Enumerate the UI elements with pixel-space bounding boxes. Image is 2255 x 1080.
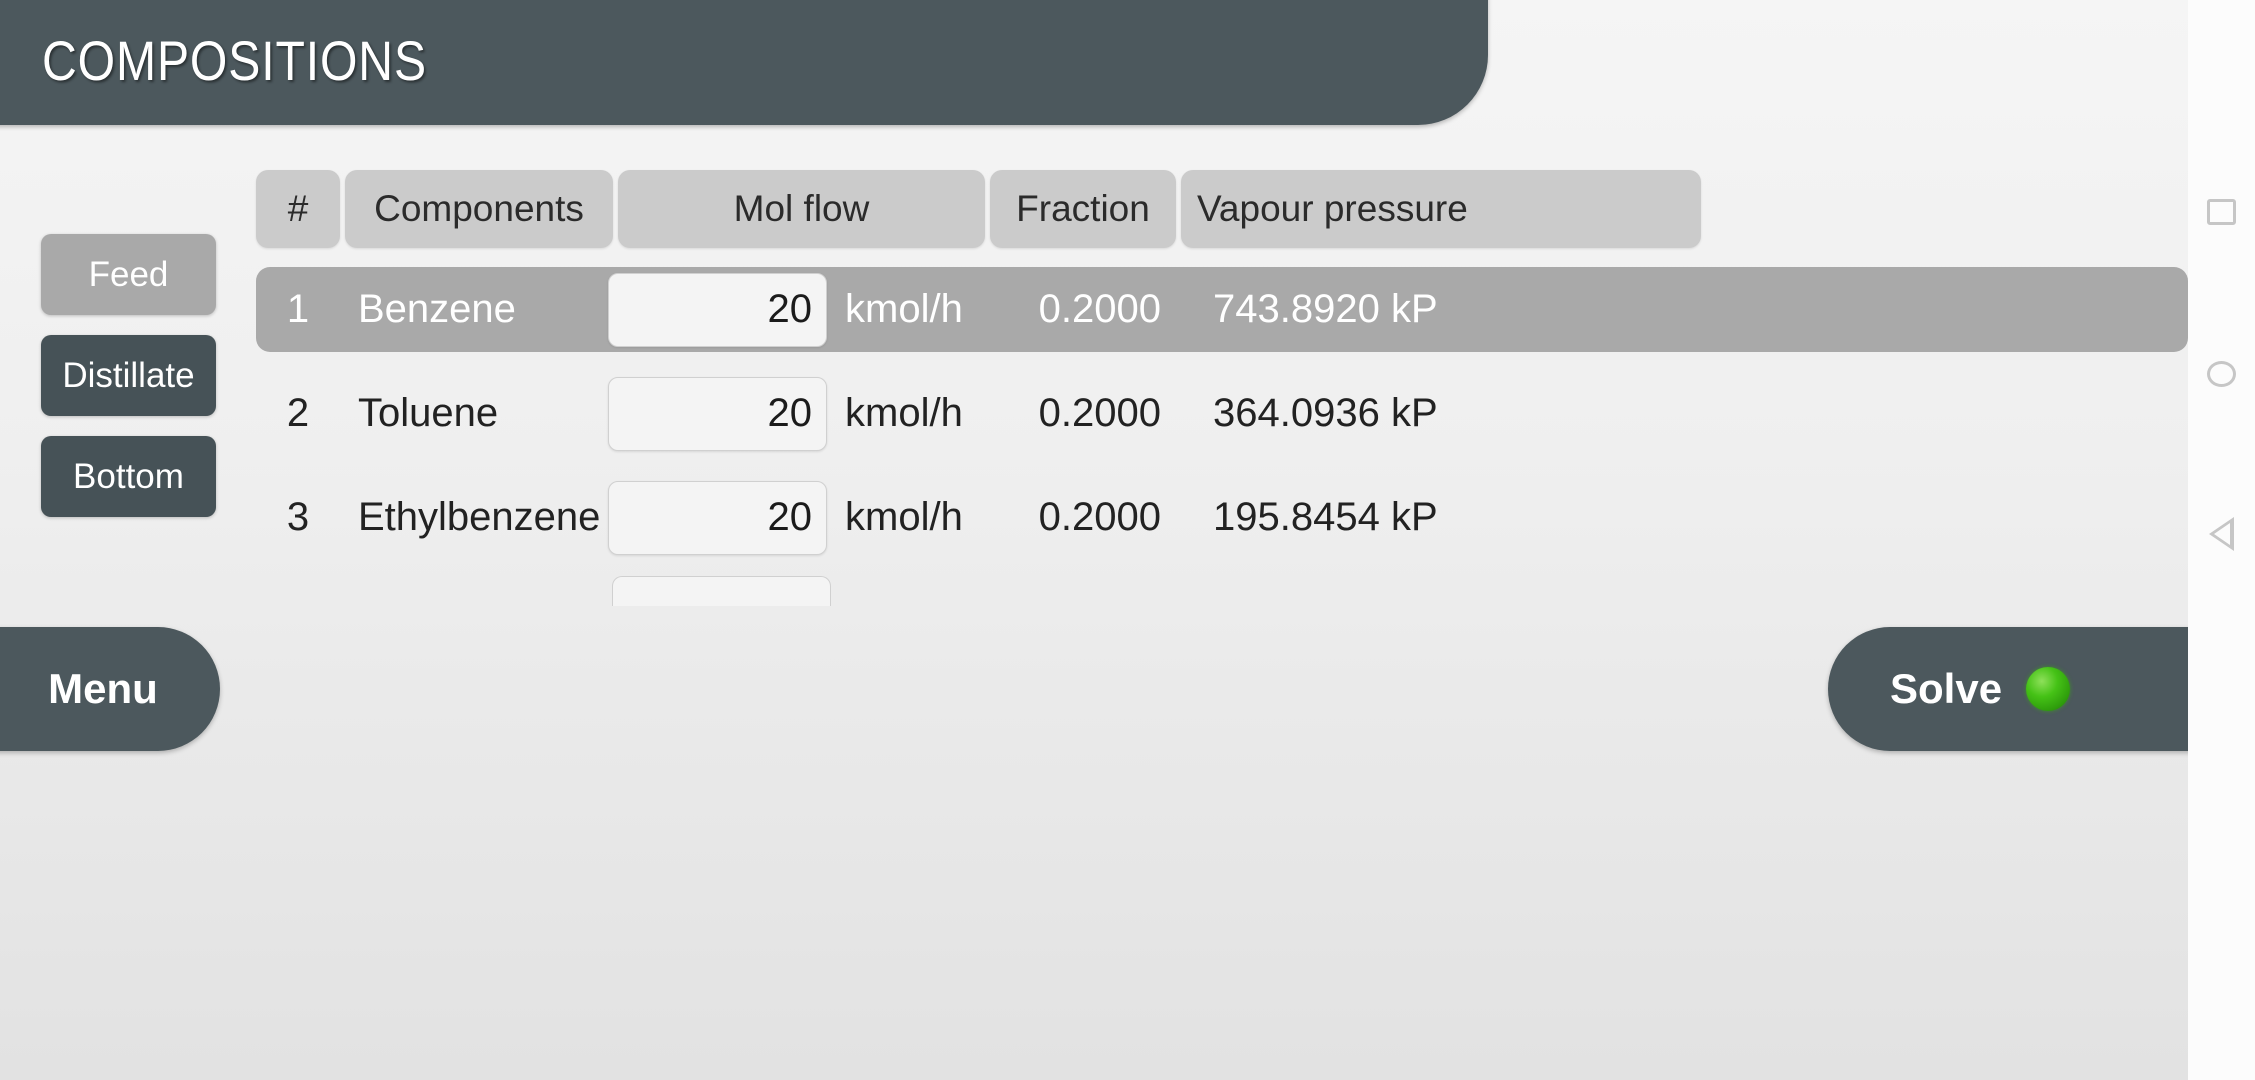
fraction-value: 0.2000 xyxy=(1038,287,1161,331)
mol-flow-input[interactable] xyxy=(608,272,827,347)
mol-flow-input[interactable] xyxy=(608,480,827,555)
mol-flow-input[interactable] xyxy=(608,376,827,451)
fraction-value: 0.2000 xyxy=(1038,391,1161,435)
compositions-table: # Components Mol flow Fraction Vapour pr… xyxy=(256,170,2188,560)
component-name: Benzene xyxy=(358,287,516,331)
component-name: Ethylbenzene xyxy=(358,495,601,539)
table-row-partial[interactable] xyxy=(612,576,831,606)
column-header-fraction: Fraction xyxy=(990,170,1176,248)
row-index: 3 xyxy=(286,495,310,539)
table-header-row: # Components Mol flow Fraction Vapour pr… xyxy=(256,170,2188,248)
stream-button-bottom[interactable]: Bottom xyxy=(41,436,216,517)
fraction-value: 0.2000 xyxy=(1038,495,1161,539)
mol-flow-unit: kmol/h xyxy=(845,495,963,539)
table-row[interactable]: 3 Ethylbenzene kmol/h 0.2000 195.8454 kP xyxy=(256,475,2188,560)
column-header-number: # xyxy=(256,170,340,248)
vapour-pressure-value: 195.8454 kP xyxy=(1213,495,1438,539)
row-index: 2 xyxy=(286,391,310,435)
mol-flow-cell: kmol/h xyxy=(608,272,975,347)
page-title: COMPOSITIONS xyxy=(42,29,427,92)
mol-flow-unit: kmol/h xyxy=(845,287,963,331)
column-header-vapour-pressure: Vapour pressure xyxy=(1181,170,1701,248)
stream-selector: Feed Distillate Bottom xyxy=(41,234,216,537)
back-icon[interactable] xyxy=(2188,500,2255,567)
android-navigation-bar xyxy=(2188,0,2255,1080)
menu-button-label: Menu xyxy=(48,665,158,712)
mol-flow-unit: kmol/h xyxy=(845,391,963,435)
app-surface: COMPOSITIONS Feed Distillate Bottom # Co… xyxy=(0,0,2188,1080)
vapour-pressure-value: 364.0936 kP xyxy=(1213,391,1438,435)
solve-button-label: Solve xyxy=(1890,665,2003,712)
column-header-mol-flow: Mol flow xyxy=(618,170,985,248)
stream-button-feed[interactable]: Feed xyxy=(41,234,216,315)
vapour-pressure-value: 743.8920 kP xyxy=(1213,287,1438,331)
home-icon[interactable] xyxy=(2188,340,2255,407)
table-row[interactable]: 2 Toluene kmol/h 0.2000 364.0936 kP xyxy=(256,371,2188,456)
row-index: 1 xyxy=(286,287,310,331)
menu-button[interactable]: Menu xyxy=(0,627,220,751)
solve-button[interactable]: Solve xyxy=(1828,627,2188,751)
component-name: Toluene xyxy=(358,391,499,435)
status-led-icon xyxy=(2026,667,2071,711)
mol-flow-cell: kmol/h xyxy=(608,376,975,451)
column-header-components: Components xyxy=(345,170,613,248)
stream-button-distillate[interactable]: Distillate xyxy=(41,335,216,416)
mol-flow-cell: kmol/h xyxy=(608,480,975,555)
app-header: COMPOSITIONS xyxy=(0,0,1488,125)
recents-icon[interactable] xyxy=(2188,178,2255,245)
table-row[interactable]: 1 Benzene kmol/h 0.2000 743.8920 kP xyxy=(256,267,2188,352)
